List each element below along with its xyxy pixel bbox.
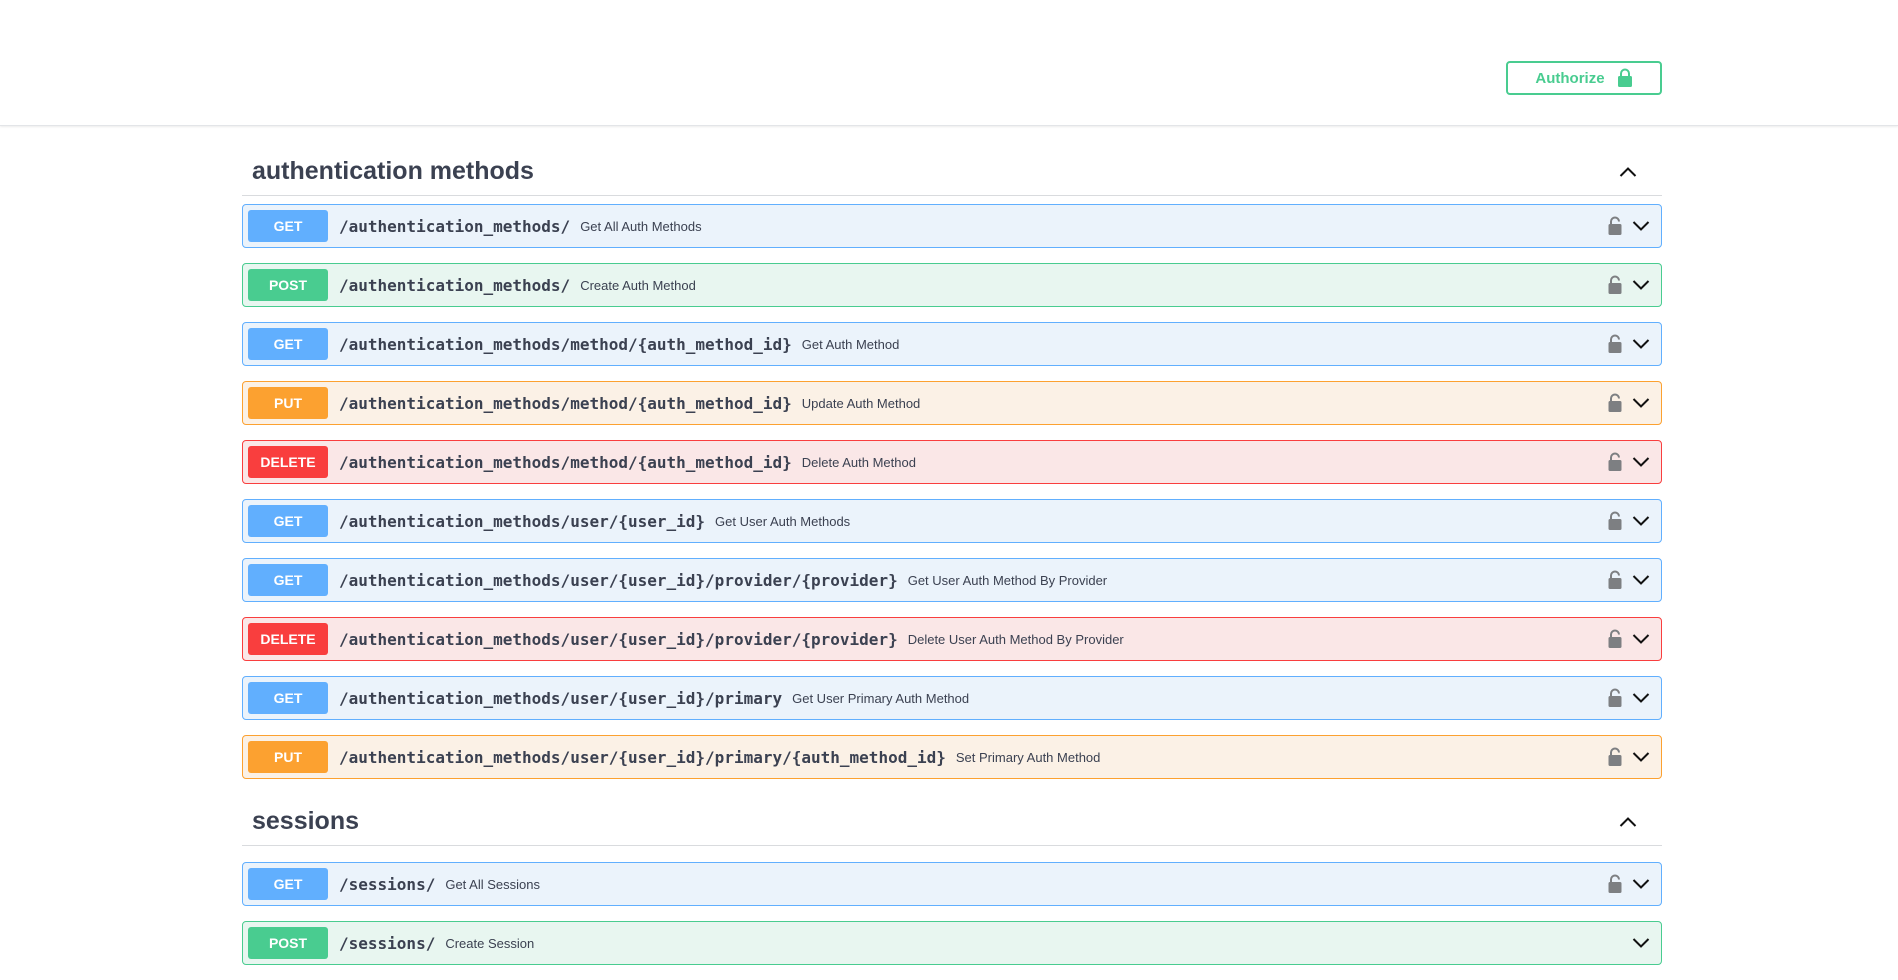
section-header[interactable]: authentication methods bbox=[242, 148, 1662, 196]
operation-controls bbox=[1630, 932, 1656, 954]
operation-controls bbox=[1606, 687, 1656, 709]
operation-row[interactable]: POST/sessions/Create Session bbox=[242, 921, 1662, 965]
chevron-up-icon[interactable] bbox=[1616, 160, 1640, 184]
section-header[interactable]: sessions bbox=[242, 798, 1662, 846]
lock-icon[interactable] bbox=[1606, 688, 1624, 708]
method-badge: PUT bbox=[248, 387, 328, 419]
operation-path: /authentication_methods/ bbox=[339, 275, 571, 295]
operation-row[interactable]: PUT/authentication_methods/user/{user_id… bbox=[242, 735, 1662, 779]
operation-summary: Delete User Auth Method By Provider bbox=[907, 631, 1124, 647]
operation-path: /authentication_methods/user/{user_id}/p… bbox=[339, 747, 946, 767]
chevron-down-icon[interactable] bbox=[1630, 873, 1652, 895]
operation-controls bbox=[1606, 274, 1656, 296]
operation-row[interactable]: GET/authentication_methods/method/{auth_… bbox=[242, 322, 1662, 366]
operation-path: /authentication_methods/method/{auth_met… bbox=[339, 452, 792, 472]
operation-path: /authentication_methods/user/{user_id} bbox=[339, 511, 706, 531]
chevron-down-icon[interactable] bbox=[1630, 687, 1652, 709]
method-badge: GET bbox=[248, 564, 328, 596]
method-badge: DELETE bbox=[248, 623, 328, 655]
operation-controls bbox=[1606, 333, 1656, 355]
section-title: sessions bbox=[252, 807, 360, 835]
chevron-down-icon[interactable] bbox=[1630, 274, 1652, 296]
operation-path: /sessions/ bbox=[339, 874, 436, 894]
lock-icon[interactable] bbox=[1606, 874, 1624, 894]
lock-icon[interactable] bbox=[1606, 216, 1624, 236]
method-badge: PUT bbox=[248, 741, 328, 773]
operation-summary: Get User Auth Methods bbox=[715, 513, 851, 529]
operation-row[interactable]: DELETE/authentication_methods/method/{au… bbox=[242, 440, 1662, 484]
method-badge: POST bbox=[248, 927, 328, 959]
operation-controls bbox=[1606, 451, 1656, 473]
operation-row[interactable]: GET/authentication_methods/Get All Auth … bbox=[242, 204, 1662, 248]
operation-path: /authentication_methods/method/{auth_met… bbox=[339, 334, 792, 354]
lock-icon[interactable] bbox=[1606, 747, 1624, 767]
lock-icon[interactable] bbox=[1606, 452, 1624, 472]
lock-icon[interactable] bbox=[1606, 334, 1624, 354]
chevron-up-icon[interactable] bbox=[1616, 810, 1640, 834]
operation-row[interactable]: PUT/authentication_methods/method/{auth_… bbox=[242, 381, 1662, 425]
operation-controls bbox=[1606, 215, 1656, 237]
chevron-down-icon[interactable] bbox=[1630, 746, 1652, 768]
chevron-down-icon[interactable] bbox=[1630, 569, 1652, 591]
operation-row[interactable]: DELETE/authentication_methods/user/{user… bbox=[242, 617, 1662, 661]
operation-controls bbox=[1606, 873, 1656, 895]
lock-icon[interactable] bbox=[1606, 570, 1624, 590]
method-badge: GET bbox=[248, 682, 328, 714]
chevron-down-icon[interactable] bbox=[1630, 628, 1652, 650]
method-badge: GET bbox=[248, 210, 328, 242]
method-badge: GET bbox=[248, 868, 328, 900]
method-badge: GET bbox=[248, 505, 328, 537]
operation-path: /authentication_methods/user/{user_id}/p… bbox=[339, 629, 898, 649]
lock-icon[interactable] bbox=[1606, 275, 1624, 295]
operation-summary: Get All Sessions bbox=[445, 876, 540, 892]
top-bar: Authorize bbox=[0, 0, 1898, 126]
operation-summary: Get User Auth Method By Provider bbox=[907, 572, 1108, 588]
operation-row[interactable]: GET/authentication_methods/user/{user_id… bbox=[242, 499, 1662, 543]
operation-controls bbox=[1606, 510, 1656, 532]
operation-summary: Set Primary Auth Method bbox=[955, 749, 1101, 765]
lock-icon[interactable] bbox=[1606, 511, 1624, 531]
operation-summary: Create Session bbox=[445, 935, 535, 951]
chevron-down-icon[interactable] bbox=[1630, 932, 1652, 954]
authorize-button[interactable]: Authorize bbox=[1506, 61, 1662, 95]
lock-icon[interactable] bbox=[1606, 629, 1624, 649]
chevron-down-icon[interactable] bbox=[1630, 451, 1652, 473]
chevron-down-icon[interactable] bbox=[1630, 392, 1652, 414]
operation-summary: Delete Auth Method bbox=[801, 454, 916, 470]
operation-summary: Get User Primary Auth Method bbox=[792, 690, 970, 706]
operation-row[interactable]: GET/sessions/Get All Sessions bbox=[242, 862, 1662, 906]
operation-controls bbox=[1606, 392, 1656, 414]
operation-summary: Create Auth Method bbox=[580, 277, 696, 293]
method-badge: GET bbox=[248, 328, 328, 360]
operation-summary: Update Auth Method bbox=[801, 395, 921, 411]
operation-path: /authentication_methods/user/{user_id}/p… bbox=[339, 688, 783, 708]
operation-path: /authentication_methods/method/{auth_met… bbox=[339, 393, 792, 413]
operation-row[interactable]: POST/authentication_methods/Create Auth … bbox=[242, 263, 1662, 307]
lock-icon[interactable] bbox=[1606, 393, 1624, 413]
chevron-down-icon[interactable] bbox=[1630, 510, 1652, 532]
operation-path: /sessions/ bbox=[339, 933, 436, 953]
operation-row[interactable]: GET/authentication_methods/user/{user_id… bbox=[242, 558, 1662, 602]
method-badge: POST bbox=[248, 269, 328, 301]
authorize-label: Authorize bbox=[1535, 69, 1605, 87]
chevron-down-icon[interactable] bbox=[1630, 215, 1652, 237]
operation-path: /authentication_methods/ bbox=[339, 216, 571, 236]
method-badge: DELETE bbox=[248, 446, 328, 478]
lock-icon bbox=[1617, 68, 1633, 88]
operation-path: /authentication_methods/user/{user_id}/p… bbox=[339, 570, 898, 590]
section-title: authentication methods bbox=[252, 157, 534, 185]
operation-controls bbox=[1606, 628, 1656, 650]
operation-summary: Get Auth Method bbox=[801, 336, 900, 352]
operation-row[interactable]: GET/authentication_methods/user/{user_id… bbox=[242, 676, 1662, 720]
chevron-down-icon[interactable] bbox=[1630, 333, 1652, 355]
operation-summary: Get All Auth Methods bbox=[580, 218, 702, 234]
operation-controls bbox=[1606, 569, 1656, 591]
operation-controls bbox=[1606, 746, 1656, 768]
